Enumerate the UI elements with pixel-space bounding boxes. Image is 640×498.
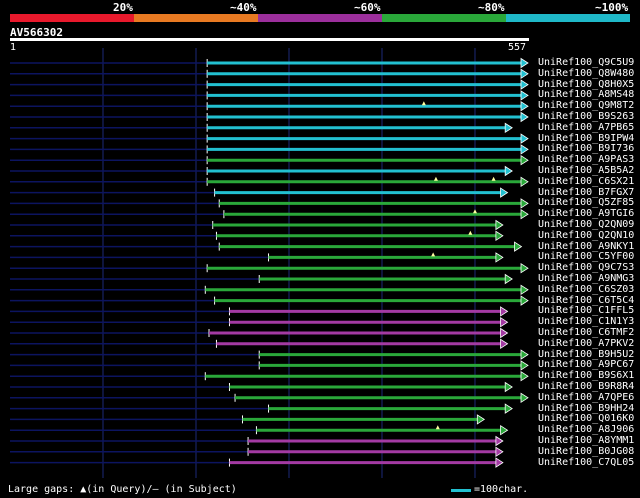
hit-end-arrow-icon bbox=[500, 327, 509, 339]
hit-end-arrow-icon bbox=[495, 446, 504, 458]
hit-label[interactable]: UniRef100_Q9C7S3 bbox=[538, 262, 634, 273]
hit-label[interactable]: UniRef100_C5YF00 bbox=[538, 251, 634, 262]
hit-label[interactable]: UniRef100_A7QPE6 bbox=[538, 392, 634, 403]
scale-bar bbox=[451, 489, 471, 492]
query-gap-marker-icon bbox=[472, 209, 477, 214]
hit-label[interactable]: UniRef100_A9TGI6 bbox=[538, 208, 634, 219]
hit-end-arrow-icon bbox=[495, 252, 504, 263]
hit-end-arrow-icon bbox=[495, 435, 504, 447]
hit-label[interactable]: UniRef100_C1FFL5 bbox=[538, 305, 634, 316]
hit-label[interactable]: UniRef100_C6SZ03 bbox=[538, 284, 634, 295]
hit-end-arrow-icon bbox=[520, 295, 529, 306]
hit-label[interactable]: UniRef100_Q016K0 bbox=[538, 413, 634, 424]
hit-label[interactable]: UniRef100_B7FGX7 bbox=[538, 187, 634, 198]
hit-label[interactable]: UniRef100_Q8W480 bbox=[538, 68, 634, 79]
hit-end-arrow-icon bbox=[520, 198, 529, 209]
hit-end-arrow-icon bbox=[500, 187, 509, 198]
hit-label[interactable]: UniRef100_C7QL05 bbox=[538, 457, 634, 468]
hit-label[interactable]: UniRef100_B9HH24 bbox=[538, 403, 634, 414]
hit-label[interactable]: UniRef100_Q2QN09 bbox=[538, 219, 634, 230]
query-gap-marker-icon bbox=[468, 230, 473, 235]
query-gap-marker-icon bbox=[431, 252, 436, 257]
hit-label[interactable]: UniRef100_C1N1Y3 bbox=[538, 316, 634, 327]
hit-label[interactable]: UniRef100_B9R8R4 bbox=[538, 381, 634, 392]
hit-end-arrow-icon bbox=[520, 176, 529, 188]
hit-label[interactable]: UniRef100_C6SX21 bbox=[538, 176, 634, 187]
hit-label[interactable]: UniRef100_A9NMG3 bbox=[538, 273, 634, 284]
hit-end-arrow-icon bbox=[504, 165, 513, 177]
hit-end-arrow-icon bbox=[520, 79, 529, 90]
hit-end-arrow-icon bbox=[504, 403, 513, 414]
hit-end-arrow-icon bbox=[504, 381, 513, 393]
query-gap-marker-icon bbox=[421, 101, 426, 106]
hit-end-arrow-icon bbox=[520, 154, 529, 166]
hit-end-arrow-icon bbox=[500, 338, 509, 350]
hit-end-arrow-icon bbox=[520, 284, 529, 296]
hit-end-arrow-icon bbox=[520, 144, 529, 155]
hit-end-arrow-icon bbox=[520, 57, 529, 69]
hit-label[interactable]: UniRef100_B9S6X1 bbox=[538, 370, 634, 381]
hit-end-arrow-icon bbox=[476, 414, 486, 425]
hit-label[interactable]: UniRef100_A9NKY1 bbox=[538, 241, 634, 252]
hit-label[interactable]: UniRef100_Q9C5U9 bbox=[538, 57, 634, 68]
hit-end-arrow-icon bbox=[520, 262, 529, 274]
hit-label[interactable]: UniRef100_A8YMM1 bbox=[538, 435, 634, 446]
query-gap-marker-icon bbox=[433, 176, 438, 181]
hit-end-arrow-icon bbox=[514, 241, 523, 252]
hit-label[interactable]: UniRef100_A9PC67 bbox=[538, 359, 634, 370]
hit-label[interactable]: UniRef100_C6TMF2 bbox=[538, 327, 634, 338]
hit-label[interactable]: UniRef100_Q8H0X5 bbox=[538, 79, 634, 90]
hit-end-arrow-icon bbox=[520, 68, 529, 80]
hit-label[interactable]: UniRef100_A7PB65 bbox=[538, 122, 634, 133]
hit-end-arrow-icon bbox=[520, 90, 529, 101]
query-gap-marker-icon bbox=[491, 176, 496, 181]
hit-label[interactable]: UniRef100_B9H5U2 bbox=[538, 349, 634, 360]
hit-end-arrow-icon bbox=[520, 208, 529, 220]
hit-label[interactable]: UniRef100_A8MS48 bbox=[538, 89, 634, 100]
hit-label[interactable]: UniRef100_A9PAS3 bbox=[538, 154, 634, 165]
hit-label[interactable]: UniRef100_B9I736 bbox=[538, 143, 634, 154]
hit-end-arrow-icon bbox=[495, 219, 504, 231]
hit-label[interactable]: UniRef100_C6T5C4 bbox=[538, 295, 634, 306]
scale-label: =100char. bbox=[474, 484, 529, 495]
hit-end-arrow-icon bbox=[500, 424, 509, 436]
hit-end-arrow-icon bbox=[495, 230, 504, 242]
hit-end-arrow-icon bbox=[520, 370, 529, 382]
hit-end-arrow-icon bbox=[520, 392, 529, 404]
hit-label[interactable]: UniRef100_B9S263 bbox=[538, 111, 634, 122]
hit-end-arrow-icon bbox=[520, 111, 529, 123]
hit-end-arrow-icon bbox=[504, 122, 513, 134]
hit-label[interactable]: UniRef100_Q5ZF85 bbox=[538, 197, 634, 208]
hit-end-arrow-icon bbox=[500, 306, 509, 317]
hit-label[interactable]: UniRef100_A5B5A2 bbox=[538, 165, 634, 176]
hit-end-arrow-icon bbox=[500, 316, 509, 328]
hit-end-arrow-icon bbox=[520, 349, 529, 360]
query-gap-marker-icon bbox=[435, 425, 440, 430]
hit-label[interactable]: UniRef100_A7PKV2 bbox=[538, 338, 634, 349]
hit-label[interactable]: UniRef100_A8J906 bbox=[538, 424, 634, 435]
hit-label[interactable]: UniRef100_Q2QN10 bbox=[538, 230, 634, 241]
hit-end-arrow-icon bbox=[520, 360, 529, 371]
hit-label[interactable]: UniRef100_Q9M8T2 bbox=[538, 100, 634, 111]
hit-end-arrow-icon bbox=[504, 273, 513, 285]
gap-legend: Large gaps: ▲(in Query)/– (in Subject) bbox=[8, 484, 237, 495]
hit-label[interactable]: UniRef100_B9IPW4 bbox=[538, 133, 634, 144]
hit-label[interactable]: UniRef100_B0JG08 bbox=[538, 446, 634, 457]
hit-end-arrow-icon bbox=[520, 100, 529, 112]
hit-end-arrow-icon bbox=[520, 133, 529, 144]
hit-end-arrow-icon bbox=[495, 457, 504, 468]
